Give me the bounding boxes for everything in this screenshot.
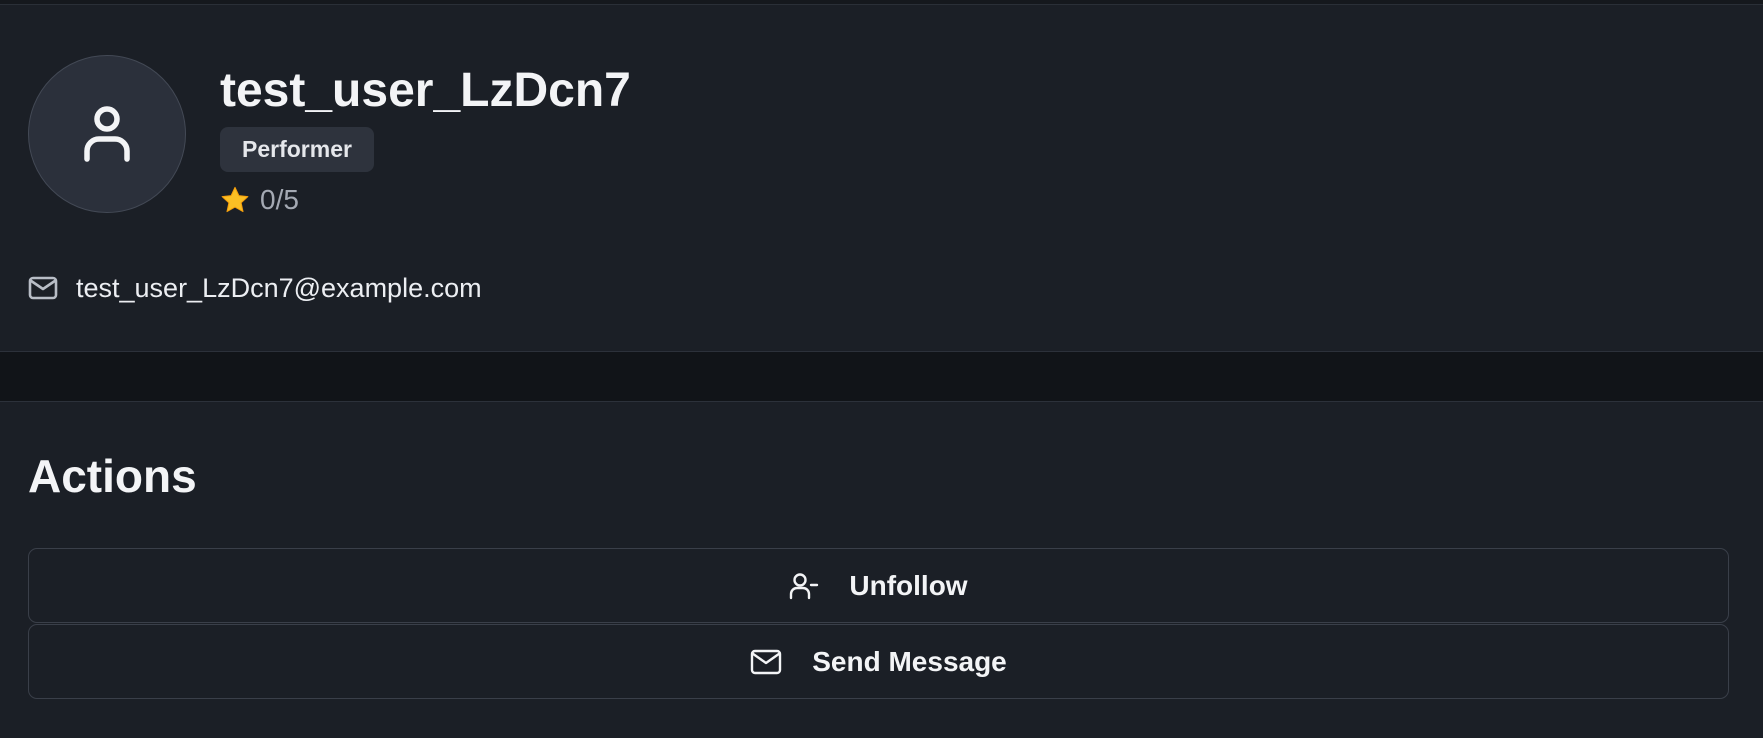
actions-card: Actions Unfollow Send Message [0, 401, 1763, 738]
avatar [28, 55, 186, 213]
role-badge: Performer [220, 127, 374, 172]
rating-value: 0/5 [260, 184, 299, 215]
send-message-label: Send Message [812, 645, 1007, 677]
mail-icon [750, 649, 782, 675]
actions-heading: Actions [28, 450, 197, 502]
email-row: test_user_LzDcn7@example.com [28, 271, 482, 305]
star-icon [220, 186, 250, 215]
profile-username: test_user_LzDcn7 [220, 64, 631, 117]
send-message-button[interactable]: Send Message [28, 624, 1729, 699]
user-icon [83, 105, 131, 163]
unfollow-label: Unfollow [849, 569, 968, 601]
profile-card: test_user_LzDcn7 Performer 0/5 test_user… [0, 5, 1763, 352]
unfollow-button[interactable]: Unfollow [28, 548, 1729, 623]
rating: 0/5 [220, 183, 299, 217]
profile-email: test_user_LzDcn7@example.com [76, 273, 482, 303]
mail-icon [28, 275, 58, 301]
user-minus-icon [789, 572, 819, 600]
